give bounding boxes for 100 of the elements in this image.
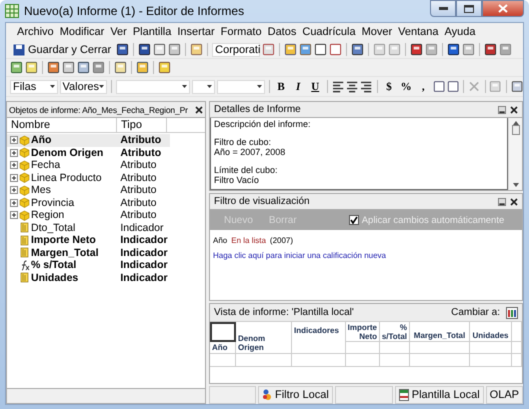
tool-icon[interactable] <box>432 80 446 93</box>
scrollbar[interactable] <box>508 118 522 190</box>
menu-item[interactable]: Archivo <box>14 26 57 38</box>
tool-icon[interactable] <box>284 43 298 56</box>
maximize-button[interactable] <box>456 0 482 17</box>
close-button[interactable] <box>482 0 524 17</box>
menu-item[interactable]: Mover <box>358 26 396 38</box>
tool-icon[interactable] <box>138 43 152 56</box>
minimize-icon[interactable] <box>498 106 506 114</box>
menu-item[interactable]: Modificar <box>56 26 108 38</box>
list-row[interactable]: Margen_Total Indicador <box>7 246 170 259</box>
metric-header[interactable]: % s/Total <box>380 322 410 342</box>
object-name[interactable]: Año <box>31 134 52 146</box>
minimize-button[interactable] <box>430 0 456 17</box>
align-right-icon[interactable] <box>360 80 372 93</box>
tool-icon[interactable] <box>116 43 130 56</box>
tool-icon[interactable] <box>447 43 460 56</box>
number-format-button[interactable]: , <box>416 80 431 94</box>
caret-icon[interactable] <box>50 85 55 88</box>
close-icon[interactable] <box>510 106 518 114</box>
tool-icon[interactable] <box>329 43 342 56</box>
object-name[interactable]: Unidades <box>31 272 78 284</box>
object-name[interactable]: Provincia <box>31 196 74 209</box>
status-item[interactable]: Filtro Local <box>258 386 333 404</box>
minimize-icon[interactable] <box>498 198 506 206</box>
object-name[interactable]: Region <box>31 209 64 222</box>
align-left-icon[interactable] <box>332 80 344 93</box>
pivot-dropdown[interactable]: Filas <box>10 80 58 94</box>
menu-item[interactable]: Ayuda <box>442 26 479 38</box>
books-icon[interactable] <box>506 306 518 318</box>
menu-item[interactable]: Ventana <box>395 26 442 38</box>
metric-header[interactable]: Importe Neto <box>346 322 380 342</box>
close-icon[interactable] <box>195 106 203 114</box>
tool-icon[interactable] <box>47 61 60 74</box>
caret-icon[interactable] <box>182 85 187 88</box>
number-format-button[interactable]: % <box>398 80 414 94</box>
caret-icon[interactable] <box>99 85 104 88</box>
color-dropdown[interactable] <box>216 80 264 94</box>
object-name[interactable]: Linea Producto <box>31 172 102 184</box>
tool-icon[interactable] <box>62 61 75 74</box>
tool-icon[interactable] <box>447 80 460 93</box>
tool-icon[interactable] <box>351 43 364 56</box>
tool-icon[interactable] <box>410 43 424 56</box>
list-row[interactable]: Unidades Indicador <box>7 272 170 284</box>
list-row[interactable]: % s/Total Indicador <box>7 259 170 272</box>
new-qualification-link[interactable]: Haga clic aquí para iniciar una calificación nueva <box>213 251 519 260</box>
list-row[interactable]: Mes Atributo <box>7 184 170 196</box>
menu-item[interactable]: Datos <box>264 26 300 38</box>
column-header[interactable]: Indicadores <box>292 322 346 354</box>
metric-header[interactable]: Margen_Total <box>410 322 470 342</box>
format-button[interactable]: U <box>308 80 323 94</box>
list-row[interactable]: Region Atributo <box>7 209 170 222</box>
list-row[interactable]: Año Atributo <box>7 134 170 146</box>
scroll-thumb[interactable] <box>512 125 520 135</box>
menu-item[interactable]: Cuadrícula <box>299 26 359 38</box>
tool-icon[interactable] <box>10 61 23 74</box>
tool-icon[interactable] <box>510 80 523 93</box>
format-button[interactable]: B <box>273 80 289 94</box>
style-dropdown[interactable]: Corporati <box>212 42 260 56</box>
scroll-down-icon[interactable] <box>512 183 518 187</box>
object-name[interactable]: Margen_Total <box>31 246 98 259</box>
object-name[interactable]: Dto_Total <box>31 222 76 234</box>
expand-icon[interactable] <box>10 186 18 194</box>
object-name[interactable]: Importe Neto <box>31 234 96 246</box>
object-name[interactable]: Fecha <box>31 159 60 172</box>
number-format-button[interactable]: $ <box>381 80 397 94</box>
list-row[interactable]: Provincia Atributo <box>7 196 170 209</box>
column-header[interactable]: Tipo <box>117 118 167 132</box>
status-item[interactable]: Plantilla Local <box>394 386 484 404</box>
expand-icon[interactable] <box>10 174 18 182</box>
size-dropdown[interactable] <box>192 80 215 94</box>
expand-icon[interactable] <box>10 198 18 207</box>
metric-header[interactable]: Unidades <box>470 322 512 342</box>
menu-item[interactable]: Plantilla <box>130 26 174 38</box>
expand-icon[interactable] <box>10 161 18 170</box>
condition-values[interactable]: (2007) <box>270 236 294 245</box>
condition-operator[interactable]: En la lista <box>231 236 266 245</box>
auto-apply-checkbox[interactable] <box>348 215 359 225</box>
tool-icon[interactable] <box>153 43 166 56</box>
row-header[interactable]: Denom Origen <box>236 322 292 354</box>
row-header[interactable]: Año <box>210 342 236 354</box>
caret-icon[interactable] <box>256 85 262 88</box>
expand-icon[interactable] <box>10 136 18 144</box>
save-and-close-button[interactable]: Guardar y Cerrar <box>10 44 114 56</box>
object-name[interactable]: Mes <box>31 184 51 196</box>
tool-icon[interactable] <box>314 43 328 56</box>
condition-attribute[interactable]: Año <box>213 236 228 245</box>
tool-icon[interactable] <box>77 61 90 74</box>
tool-icon[interactable] <box>114 61 127 74</box>
expand-icon[interactable] <box>10 211 18 220</box>
menu-item[interactable]: Insertar <box>174 26 218 38</box>
list-row[interactable]: Importe Neto Indicador <box>7 234 170 246</box>
expand-icon[interactable] <box>10 148 18 157</box>
align-center-icon[interactable] <box>346 80 358 93</box>
list-row[interactable]: Denom Origen Atributo <box>7 146 170 159</box>
object-name[interactable]: % s/Total <box>31 259 76 272</box>
status-item[interactable]: OLAP <box>486 386 523 404</box>
tool-icon[interactable] <box>484 43 498 56</box>
close-icon[interactable] <box>510 198 518 206</box>
pivot-dropdown[interactable]: Valores <box>60 80 108 94</box>
